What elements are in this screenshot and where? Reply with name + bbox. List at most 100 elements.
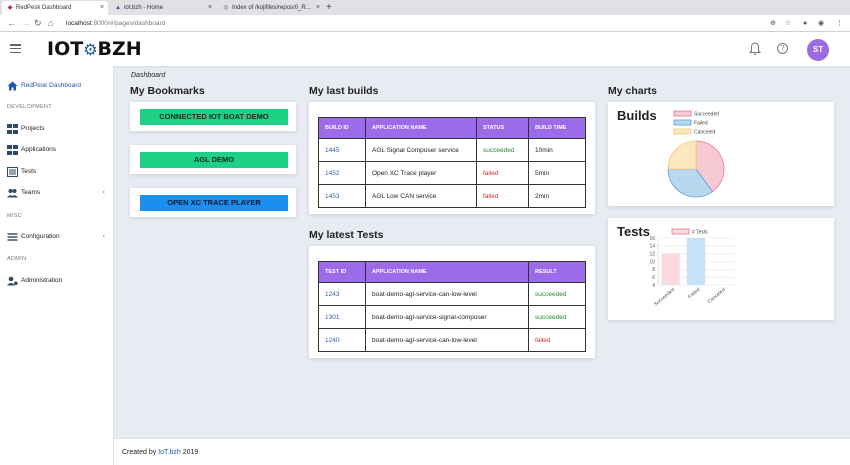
- sidebar-item-label: RedPesk Dashboard: [21, 82, 81, 89]
- result-cell: succeeded: [528, 305, 586, 329]
- bookmarks-title: My Bookmarks: [130, 85, 205, 97]
- sidebar-item-label: Projects: [21, 125, 45, 132]
- application-name-cell: AGL Signal Composer service: [365, 138, 477, 162]
- application-name-cell: Open XC Trace player: [365, 161, 477, 185]
- iotbzh-logo[interactable]: IOT⚙BZH: [47, 38, 142, 60]
- team-users-icon: [7, 189, 18, 198]
- sidebar-section-misc: MISC: [7, 213, 22, 219]
- legend-label-failed: Failed: [694, 121, 708, 127]
- table-row: 1240 boat-demo-agl-service-can-low-level…: [318, 328, 586, 352]
- sidebar-item-tests[interactable]: Tests: [0, 164, 114, 180]
- profile-circle-icon[interactable]: ◉: [818, 18, 824, 29]
- builds-card: BUILD ID APPLICATION NAME STATUS BUILD T…: [309, 102, 595, 214]
- result-cell: failed: [528, 328, 586, 352]
- footer-brand-link[interactable]: IoT.bzh: [158, 449, 181, 456]
- hamburger-menu-icon[interactable]: [10, 44, 21, 54]
- sidebar-item-projects[interactable]: Projects: [0, 121, 114, 137]
- builds-chart-card: Builds Succeeded Failed Canceled: [608, 102, 834, 206]
- column-header-build-id: BUILD ID: [318, 117, 366, 139]
- bar-succeeded[interactable]: [661, 253, 680, 285]
- bell-icon[interactable]: [749, 42, 761, 56]
- build-id-link[interactable]: 1445: [318, 138, 366, 162]
- sidebar-section-development: DEVELOPMENT: [7, 104, 52, 110]
- y-tick-label: 6: [652, 275, 655, 281]
- new-tab-icon[interactable]: +: [326, 0, 332, 15]
- legend-swatch-succeeded: [673, 110, 692, 117]
- table-header-row: TEST ID APPLICATION NAME RESULT: [318, 261, 586, 283]
- y-tick-label: 8: [652, 267, 655, 273]
- chevron-left-icon: ‹: [102, 233, 105, 240]
- bar-failed[interactable]: [686, 238, 706, 285]
- y-tick-label: 16: [649, 236, 655, 242]
- pie-slice-canceled[interactable]: [667, 140, 697, 170]
- avatar[interactable]: ST: [807, 39, 829, 61]
- reload-icon[interactable]: ↻: [34, 17, 42, 30]
- browser-tab-redpesk[interactable]: ◆ RedPesk Dashboard ×: [2, 1, 108, 15]
- zoom-icon[interactable]: ⊕: [770, 18, 776, 29]
- sidebar-item-configuration[interactable]: Configuration ‹: [0, 229, 114, 245]
- browser-tab-title: Index of /kojifiles/repos/0_R...: [232, 5, 311, 11]
- bookmark-card: AGL DEMO: [130, 145, 296, 174]
- legend-swatch-failed: [673, 119, 692, 126]
- browser-tab-iotbzh[interactable]: ▲ iot.bzh - Home ×: [110, 1, 216, 15]
- build-time-cell: 10min: [528, 138, 586, 162]
- table-row: 1301 boat-demo-agl-service-signal-compos…: [318, 305, 586, 329]
- x-tick-label: Failed: [687, 287, 701, 300]
- bookmark-button-connected-iot-boat-demo[interactable]: CONNECTED IOT BOAT DEMO: [140, 109, 288, 125]
- sidebar-item-administration[interactable]: Administration: [0, 273, 114, 289]
- tests-list-icon: [7, 167, 18, 177]
- x-tick-label: Succeeded: [653, 287, 676, 308]
- url-host: localhost: [66, 20, 92, 27]
- bookmark-button-agl-demo[interactable]: AGL DEMO: [140, 152, 288, 168]
- test-id-link[interactable]: 1301: [318, 305, 366, 329]
- application-name-cell: AGL Low CAN service: [365, 184, 477, 208]
- charts-title: My charts: [608, 85, 658, 97]
- build-time-cell: 5min: [528, 161, 586, 185]
- sidebar-item-applications[interactable]: Applications: [0, 142, 114, 158]
- url-field[interactable]: localhost:8000/#/pages/dashboard: [66, 17, 165, 30]
- sidebar-item-dashboard[interactable]: RedPesk Dashboard: [0, 78, 114, 94]
- bookmark-card: OPEN XC TRACE PLAYER: [130, 188, 296, 217]
- column-header-status: STATUS: [476, 117, 529, 139]
- forward-arrow-icon[interactable]: →: [21, 17, 30, 30]
- applications-grid-icon: [7, 145, 18, 155]
- column-header-build-time: BUILD TIME: [528, 117, 586, 139]
- sidebar-item-teams[interactable]: Teams ‹: [0, 185, 114, 201]
- y-tick-label: 12: [649, 251, 655, 257]
- browser-tab-index[interactable]: ◎ Index of /kojifiles/repos/0_R... ×: [218, 1, 324, 15]
- tests-table: TEST ID APPLICATION NAME RESULT 1243 boa…: [318, 261, 586, 352]
- close-tab-icon[interactable]: ×: [100, 1, 104, 15]
- table-header-row: BUILD ID APPLICATION NAME STATUS BUILD T…: [318, 117, 586, 139]
- status-cell: succeeded: [476, 138, 529, 162]
- back-arrow-icon[interactable]: ←: [7, 17, 16, 30]
- browser-tab-title: iot.bzh - Home: [124, 5, 164, 11]
- test-id-link[interactable]: 1243: [318, 282, 366, 306]
- legend-swatch-tests: [671, 228, 690, 235]
- sidebar-section-admin: ADMIN: [7, 256, 27, 262]
- star-icon[interactable]: ☆: [785, 18, 791, 29]
- sidebar-item-label: Tests: [21, 168, 37, 175]
- sidebar-item-label: Administration: [21, 277, 63, 284]
- chevron-left-icon: ‹: [102, 189, 105, 196]
- y-tick-label: 10: [649, 259, 655, 265]
- home-icon[interactable]: ⌂: [48, 17, 53, 30]
- help-icon[interactable]: ?: [777, 43, 788, 54]
- bookmark-button-open-xc-trace-player[interactable]: OPEN XC TRACE PLAYER: [140, 195, 288, 211]
- build-id-link[interactable]: 1452: [318, 161, 366, 185]
- browser-tab-bar: ◆ RedPesk Dashboard × ▲ iot.bzh - Home ×…: [0, 0, 850, 15]
- builds-table: BUILD ID APPLICATION NAME STATUS BUILD T…: [318, 117, 586, 208]
- extension-icon[interactable]: ●: [803, 18, 807, 29]
- application-name-cell: boat-demo-agl-service-can-low-level: [365, 282, 529, 306]
- table-row: 1243 boat-demo-agl-service-can-low-level…: [318, 282, 586, 306]
- logo-text-right: BZH: [97, 38, 142, 60]
- result-cell: succeeded: [528, 282, 586, 306]
- test-id-link[interactable]: 1240: [318, 328, 366, 352]
- y-tick-label: 4: [652, 283, 655, 289]
- menu-dots-icon[interactable]: ⋮: [836, 18, 843, 29]
- close-tab-icon[interactable]: ×: [316, 1, 320, 15]
- sidebar-item-label: Configuration: [21, 233, 60, 240]
- close-tab-icon[interactable]: ×: [208, 1, 212, 15]
- sidebar-item-label: Applications: [21, 146, 57, 153]
- footer: Created by IoT.bzh 2019: [114, 438, 850, 465]
- build-id-link[interactable]: 1453: [318, 184, 366, 208]
